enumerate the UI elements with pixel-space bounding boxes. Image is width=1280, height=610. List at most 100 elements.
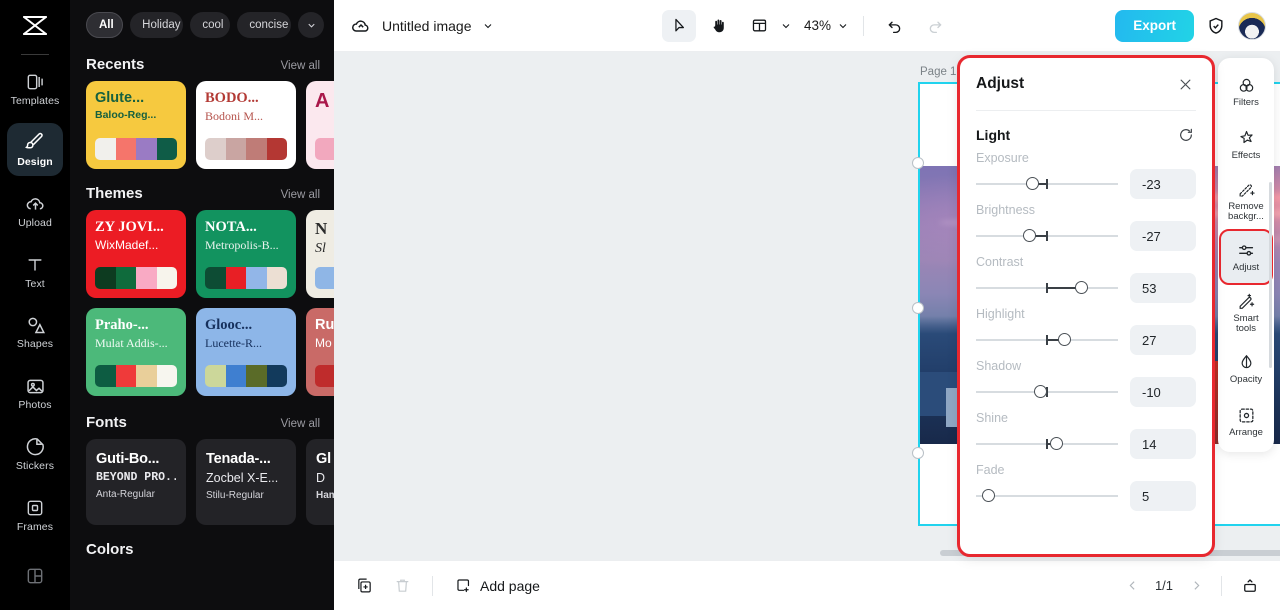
sidebar-item-photos[interactable]: Photos xyxy=(7,367,63,420)
recent-card[interactable]: BODO... Bodoni M... xyxy=(196,81,296,169)
view-all-themes[interactable]: View all xyxy=(281,189,320,201)
recent-card[interactable]: Glute... Baloo-Reg... xyxy=(86,81,186,169)
document-title[interactable]: Untitled image xyxy=(382,18,472,34)
view-all-fonts[interactable]: View all xyxy=(281,418,320,430)
sidebar-item-templates[interactable]: Templates xyxy=(7,63,63,116)
color-swatch-strip xyxy=(205,138,287,160)
tool-remove-background[interactable]: Remove backgr... xyxy=(1221,172,1271,230)
slider-value-input[interactable]: 5 xyxy=(1130,481,1196,511)
tool-adjust[interactable]: Adjust xyxy=(1219,229,1273,285)
recent-card[interactable]: A xyxy=(306,81,334,169)
slider-value-input[interactable]: -27 xyxy=(1130,221,1196,251)
color-swatch-strip xyxy=(95,267,177,289)
frames-icon xyxy=(24,497,46,519)
slider-track[interactable] xyxy=(976,175,1118,193)
slider-center-tick xyxy=(1046,179,1048,189)
slider-track[interactable] xyxy=(976,227,1118,245)
slider-track[interactable] xyxy=(976,383,1118,401)
shield-check-icon[interactable] xyxy=(1206,16,1226,36)
slider-track[interactable] xyxy=(976,279,1118,297)
slider-value-input[interactable]: 14 xyxy=(1130,429,1196,459)
tool-opacity[interactable]: Opacity xyxy=(1221,343,1271,395)
chevron-down-icon[interactable] xyxy=(482,20,494,32)
layout-tool-button[interactable] xyxy=(742,10,776,42)
tool-smart-tools[interactable]: Smart tools xyxy=(1221,284,1271,342)
slider-track[interactable] xyxy=(976,331,1118,349)
view-all-recents[interactable]: View all xyxy=(281,60,320,72)
sidebar-item-layouts[interactable] xyxy=(7,549,63,602)
sidebar-label: Shapes xyxy=(16,338,54,351)
font-card[interactable]: Gl D Ham xyxy=(306,439,334,525)
slider-knob[interactable] xyxy=(1025,177,1039,190)
sidebar-item-stickers[interactable]: Stickers xyxy=(7,428,63,481)
add-page-button[interactable]: Add page xyxy=(447,571,548,601)
sidebar-item-upload[interactable]: Upload xyxy=(7,184,63,237)
card-subtitle: Mo xyxy=(315,336,332,351)
slider-value-input[interactable]: -23 xyxy=(1130,169,1196,199)
resize-handle-bottom-left[interactable] xyxy=(912,447,924,459)
chevron-right-icon xyxy=(1190,579,1203,592)
duplicate-page-button[interactable] xyxy=(348,571,380,601)
slider-exposure: Exposure -23 xyxy=(960,149,1212,201)
theme-card[interactable]: Praho-... Mulat Addis-... xyxy=(86,308,186,396)
chip-holiday[interactable]: Holiday xyxy=(130,12,184,38)
slider-knob[interactable] xyxy=(1034,385,1048,398)
section-title: Colors xyxy=(86,541,134,558)
prev-page-button[interactable] xyxy=(1119,573,1145,599)
theme-card[interactable]: NOTA... Metropolis-B... xyxy=(196,210,296,298)
layout-chevron-down-icon[interactable] xyxy=(780,20,792,32)
slider-value-input[interactable]: -10 xyxy=(1130,377,1196,407)
slider-knob[interactable] xyxy=(1023,229,1037,242)
chip-cool[interactable]: cool xyxy=(190,12,231,38)
chip-all[interactable]: All xyxy=(86,12,124,38)
card-title: Glooc... xyxy=(205,318,253,333)
resize-handle-top-left[interactable] xyxy=(912,157,924,169)
font-card[interactable]: Guti-Bo... BEYOND PRO... Anta-Regular xyxy=(86,439,186,525)
sidebar-item-design[interactable]: Design xyxy=(7,123,63,177)
zoom-chevron-down-icon[interactable] xyxy=(837,20,849,32)
slider-track[interactable] xyxy=(976,435,1118,453)
tool-arrange[interactable]: Arrange xyxy=(1221,396,1271,448)
theme-card[interactable]: Glooc... Lucette-R... xyxy=(196,308,296,396)
sidebar-item-frames[interactable]: Frames xyxy=(7,488,63,541)
select-tool-button[interactable] xyxy=(661,9,696,42)
delete-page-button[interactable] xyxy=(386,571,418,601)
slider-label: Contrast xyxy=(976,255,1024,269)
sidebar-item-text[interactable]: Text xyxy=(7,245,63,298)
resize-handle-left[interactable] xyxy=(912,302,924,314)
close-x-icon[interactable] xyxy=(1174,73,1196,95)
redo-button[interactable] xyxy=(918,10,952,42)
slider-knob[interactable] xyxy=(1049,437,1063,450)
rail-scrollbar[interactable] xyxy=(1269,182,1272,368)
font-card[interactable]: Tenada-... Zocbel X-E... Stilu-Regular xyxy=(196,439,296,525)
slider-value-input[interactable]: 27 xyxy=(1130,325,1196,355)
chevron-down-icon[interactable] xyxy=(298,12,325,38)
slider-knob[interactable] xyxy=(982,489,996,502)
zoom-level[interactable]: 43% xyxy=(804,18,831,33)
tool-filters[interactable]: Filters xyxy=(1221,66,1271,118)
export-button[interactable]: Export xyxy=(1115,9,1194,42)
duplicate-page-icon xyxy=(356,577,373,594)
theme-card[interactable]: N Sl xyxy=(306,210,334,298)
slider-track[interactable] xyxy=(976,487,1118,505)
toolbar-divider xyxy=(863,15,865,36)
reset-circular-arrow-icon[interactable] xyxy=(1176,125,1196,145)
hand-tool-button[interactable] xyxy=(702,10,736,42)
layout-panel-icon xyxy=(750,17,767,34)
undo-button[interactable] xyxy=(878,10,912,42)
rail-divider xyxy=(21,53,49,55)
slider-shadow: Shadow -10 xyxy=(960,357,1212,409)
cloud-sync-icon[interactable] xyxy=(350,15,372,37)
slider-knob[interactable] xyxy=(1057,333,1071,346)
tool-effects[interactable]: Effects xyxy=(1221,119,1271,171)
user-avatar[interactable] xyxy=(1238,11,1266,40)
next-page-button[interactable] xyxy=(1183,573,1209,599)
theme-card[interactable]: Ru Mo xyxy=(306,308,334,396)
slider-knob[interactable] xyxy=(1074,281,1088,294)
theme-card[interactable]: ZY JOVI... WixMadef... xyxy=(86,210,186,298)
sidebar-item-shapes[interactable]: Shapes xyxy=(7,306,63,359)
capcut-logo-icon[interactable] xyxy=(12,8,58,46)
chip-concise[interactable]: concise xyxy=(237,12,292,38)
slider-value-input[interactable]: 53 xyxy=(1130,273,1196,303)
present-button[interactable] xyxy=(1234,571,1266,601)
